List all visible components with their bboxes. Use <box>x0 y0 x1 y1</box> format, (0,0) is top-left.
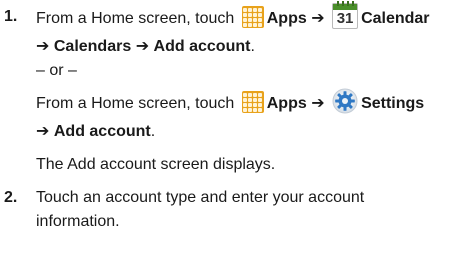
step-2-line-1: Touch an account type and enter your acc… <box>36 189 365 206</box>
apps-icon <box>241 91 264 113</box>
apps-label: Apps <box>266 10 307 28</box>
step-1-text: From a Home screen, touch <box>36 10 235 28</box>
step-1-result: The Add account screen displays. <box>36 156 276 173</box>
step-1-line-5: ➔ Add account. <box>36 121 155 143</box>
step-1-line-2: ➔ Calendars ➔ Add account. <box>36 36 255 58</box>
add-account-label: Add account <box>53 123 151 140</box>
calendar-label: Calendar <box>361 10 430 28</box>
step-2-line-2: information. <box>36 213 120 230</box>
or-separator: – or – <box>36 62 77 79</box>
step-1-number: 1. <box>4 8 18 25</box>
calendar-icon-number: 31 <box>336 10 354 27</box>
arrow: ➔ <box>311 95 325 113</box>
calendar-icon: 31 <box>332 1 359 29</box>
step-1-line-1: From a Home screen, touch Apps ➔ 31 Cale… <box>36 1 430 32</box>
apps-icon <box>241 6 264 28</box>
apps-label: Apps <box>266 95 307 113</box>
arrow: ➔ <box>36 38 50 55</box>
period: . <box>150 123 156 140</box>
step-2-number: 2. <box>4 189 18 206</box>
add-account-label: Add account <box>153 38 251 55</box>
period: . <box>250 38 255 55</box>
step-1-line-4: From a Home screen, touch Apps ➔ Setting… <box>36 88 425 117</box>
arrow: ➔ <box>135 38 150 55</box>
calendars-label: Calendars <box>53 38 132 55</box>
settings-icon <box>332 88 358 114</box>
arrow: ➔ <box>311 10 325 28</box>
settings-label: Settings <box>361 95 425 113</box>
step-1-alt-text: From a Home screen, touch <box>36 95 235 113</box>
arrow: ➔ <box>36 123 50 140</box>
